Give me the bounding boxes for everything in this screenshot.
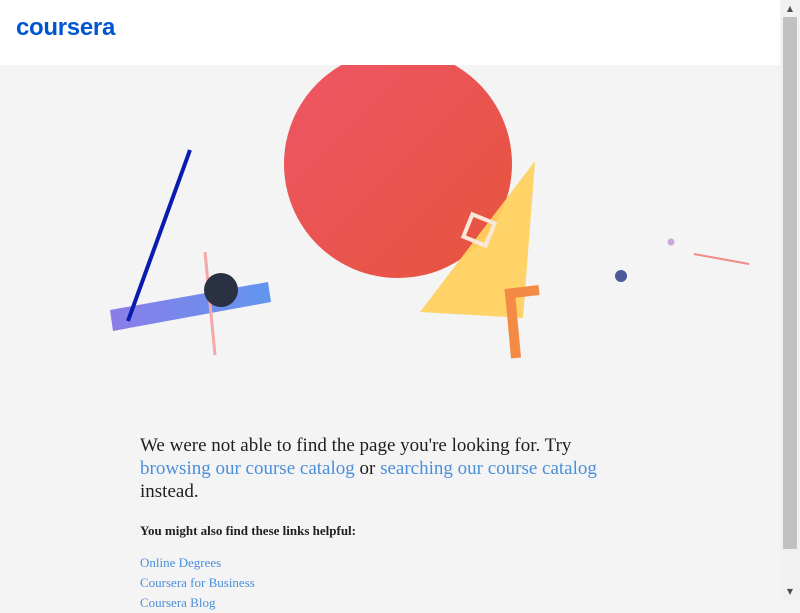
lilac-dot-shape: [667, 238, 675, 246]
search-catalog-link[interactable]: searching our course catalog: [380, 458, 597, 479]
site-header: coursera: [0, 0, 780, 65]
scroll-up-icon[interactable]: ▲: [780, 0, 800, 17]
coursera-logo[interactable]: coursera: [16, 14, 115, 42]
browse-catalog-link[interactable]: browsing our course catalog: [140, 458, 355, 479]
error-message: We were not able to find the page you're…: [140, 435, 597, 502]
coursera-blog-link[interactable]: Coursera Blog: [140, 593, 640, 613]
coursera-for-business-link[interactable]: Coursera for Business: [140, 573, 640, 593]
dark-dot-shape: [204, 273, 238, 307]
error-illustration: [110, 65, 750, 359]
helpful-links-list: Online Degrees Coursera for Business Cou…: [140, 553, 640, 613]
scrollbar-thumb[interactable]: [783, 17, 797, 549]
vertical-scrollbar[interactable]: ▲ ▼: [780, 0, 800, 600]
online-degrees-link[interactable]: Online Degrees: [140, 553, 640, 573]
salmon-line-shape: [693, 253, 750, 265]
error-content: We were not able to find the page you're…: [140, 434, 640, 613]
orange-bracket-horizontal: [504, 285, 540, 299]
scroll-down-icon[interactable]: ▼: [780, 583, 800, 600]
blue-line-shape: [126, 149, 192, 322]
navy-dot-shape: [615, 270, 627, 282]
orange-bracket-vertical: [505, 291, 521, 359]
helpful-links-heading: You might also find these links helpful:: [140, 523, 356, 538]
